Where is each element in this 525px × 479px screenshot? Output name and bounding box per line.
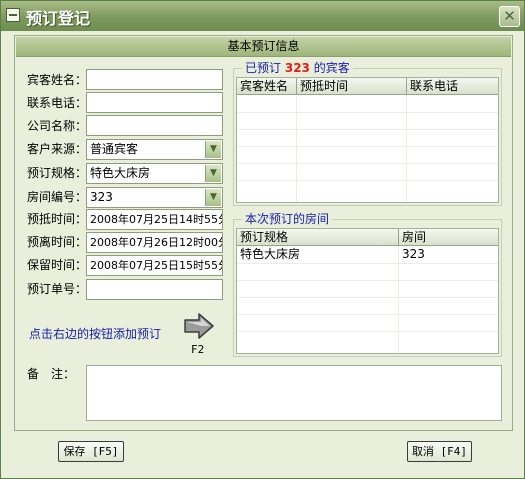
hold-time-input[interactable]: 2008年07月25日15时55分 xyxy=(86,255,223,276)
add-shortcut-label: F2 xyxy=(191,343,205,356)
add-booking-button[interactable] xyxy=(183,312,215,340)
current-booking-table[interactable]: 预订规格 房间 特色大床房 323 xyxy=(236,228,499,354)
title-bar[interactable]: 预订登记 ✕ xyxy=(1,1,524,31)
company-label: 公司名称： xyxy=(27,119,88,133)
panel-title: 基本预订信息 xyxy=(16,37,511,57)
column-header[interactable]: 联系电话 xyxy=(407,78,498,95)
booked-guests-title: 已预订 323 的宾客 xyxy=(242,61,353,75)
reservation-window: 预订登记 ✕ 基本预订信息 宾客姓名： 联系电话： 公司名称： 客户来源： 预订… xyxy=(0,0,525,479)
room-no-value: 323 xyxy=(90,190,113,204)
spec-value: 特色大床房 xyxy=(90,166,151,180)
chevron-down-icon[interactable]: ▼ xyxy=(205,141,221,158)
column-header[interactable]: 预抵时间 xyxy=(297,78,407,95)
room-no-select[interactable]: 323 ▼ xyxy=(86,187,223,208)
source-select[interactable]: 普通宾客 ▼ xyxy=(86,139,223,160)
hold-time-label: 保留时间： xyxy=(27,258,88,272)
booked-guests-table[interactable]: 宾客姓名 预抵时间 联系电话 xyxy=(236,77,499,203)
window-title: 预订登记 xyxy=(26,9,91,28)
depart-time-input[interactable]: 2008年07月26日12时00分 xyxy=(86,232,223,253)
phone-label: 联系电话： xyxy=(27,96,88,110)
source-value: 普通宾客 xyxy=(90,142,139,156)
room-no-label: 房间编号： xyxy=(27,190,88,204)
depart-time-label: 预离时间： xyxy=(27,235,88,249)
spec-select[interactable]: 特色大床房 ▼ xyxy=(86,163,223,184)
system-menu-icon[interactable] xyxy=(6,8,20,22)
chevron-down-icon[interactable]: ▼ xyxy=(205,189,221,206)
column-header[interactable]: 宾客姓名 xyxy=(237,78,297,95)
remark-textarea[interactable] xyxy=(86,365,502,421)
add-hint-text: 点击右边的按钮添加预订 xyxy=(29,327,162,341)
phone-input[interactable] xyxy=(86,92,223,113)
arrive-time-label: 预抵时间： xyxy=(27,212,88,226)
current-booking-title: 本次预订的房间 xyxy=(242,212,333,226)
guest-name-label: 宾客姓名： xyxy=(27,73,88,87)
order-no-input[interactable] xyxy=(86,279,223,300)
cancel-button[interactable]: 取消 [F4] xyxy=(407,441,472,462)
right-arrow-icon xyxy=(184,313,214,339)
source-label: 客户来源： xyxy=(27,142,88,156)
company-input[interactable] xyxy=(86,115,223,136)
remark-label: 备 注： xyxy=(27,367,76,381)
guest-name-input[interactable] xyxy=(86,69,223,90)
close-button[interactable]: ✕ xyxy=(499,6,520,27)
column-header[interactable]: 房间 xyxy=(399,229,498,246)
order-no-label: 预订单号： xyxy=(27,282,88,296)
booked-room-number: 323 xyxy=(284,61,310,75)
close-icon: ✕ xyxy=(503,7,516,25)
booked-guests-group: 已预订 323 的宾客 宾客姓名 预抵时间 联系电话 xyxy=(233,61,502,206)
table-cell[interactable]: 323 xyxy=(399,246,498,263)
table-cell[interactable]: 特色大床房 xyxy=(237,246,398,263)
current-booking-group: 本次预订的房间 预订规格 房间 特色大床房 323 xyxy=(233,212,502,357)
spec-label: 预订规格： xyxy=(27,166,88,180)
arrive-time-input[interactable]: 2008年07月25日14时55分 xyxy=(86,209,223,230)
save-button[interactable]: 保存 [F5] xyxy=(58,441,124,462)
chevron-down-icon[interactable]: ▼ xyxy=(205,165,221,182)
column-header[interactable]: 预订规格 xyxy=(237,229,399,246)
